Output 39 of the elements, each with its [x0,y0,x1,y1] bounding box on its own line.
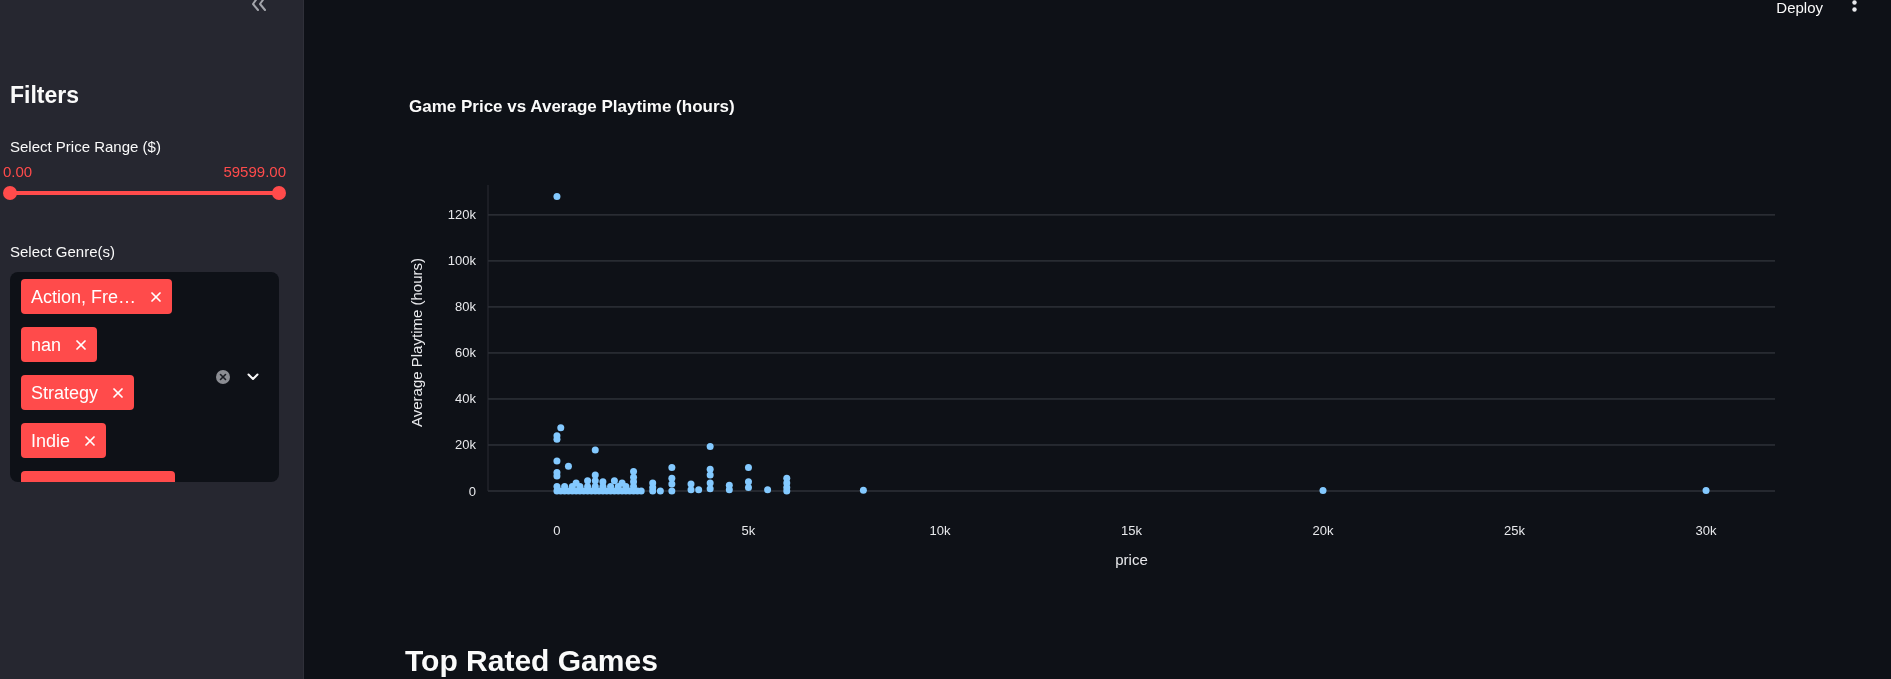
slider-thumb[interactable] [272,186,286,200]
x-axis-tick-label: 25k [1504,523,1525,538]
x-axis-tick-label: 30k [1695,523,1717,538]
tag-label: nan [31,333,62,356]
section-heading: Top Rated Games [405,643,658,679]
slider-max-value: 59599.00 [223,162,286,182]
remove-icon[interactable] [151,291,162,302]
tag-label: Action, Fre… [31,285,137,308]
slider-label: Select Price Range ($) [10,137,161,157]
chevron-down-icon[interactable] [247,373,259,381]
x-axis-tick-label: 10k [929,523,951,538]
clear-all-icon[interactable] [216,370,230,384]
x-axis-tick-label: 5k [741,523,756,538]
tag-label: Indie [31,429,71,452]
range-slider-track[interactable] [3,186,286,200]
slider-thumb[interactable] [3,186,17,200]
x-axis-tick-label: 20k [1312,523,1334,538]
y-axis-tick-label: 20k [455,437,476,453]
more-options-icon[interactable] [1852,0,1857,12]
sidebar-title: Filters [10,81,80,110]
y-axis-tick-label: 100k [447,253,476,269]
tag-label: Strategy [31,381,99,404]
deploy-button[interactable]: Deploy [1776,0,1823,15]
y-axis-title: Average Playtime (hours) [408,258,425,427]
remove-icon[interactable] [85,435,96,446]
remove-icon[interactable] [76,339,87,350]
multiselect-label: Select Genre(s) [10,242,116,262]
x-axis-tick-label: 0 [553,523,561,538]
chart-title: Game Price vs Average Playtime (hours) [409,97,735,117]
y-axis-tick-label: 0 [468,483,476,499]
y-axis-tick-label: 60k [455,345,476,361]
collapse-sidebar-icon[interactable] [250,0,268,11]
remove-icon[interactable] [113,387,124,398]
slider-min-value: 0.00 [3,162,33,182]
y-axis-tick-label: 120k [447,207,476,223]
y-axis-tick-label: 40k [455,391,476,407]
x-axis-tick-label: 15k [1121,523,1142,538]
x-axis-title: price [1115,551,1148,568]
y-axis-tick-label: 80k [455,299,476,315]
